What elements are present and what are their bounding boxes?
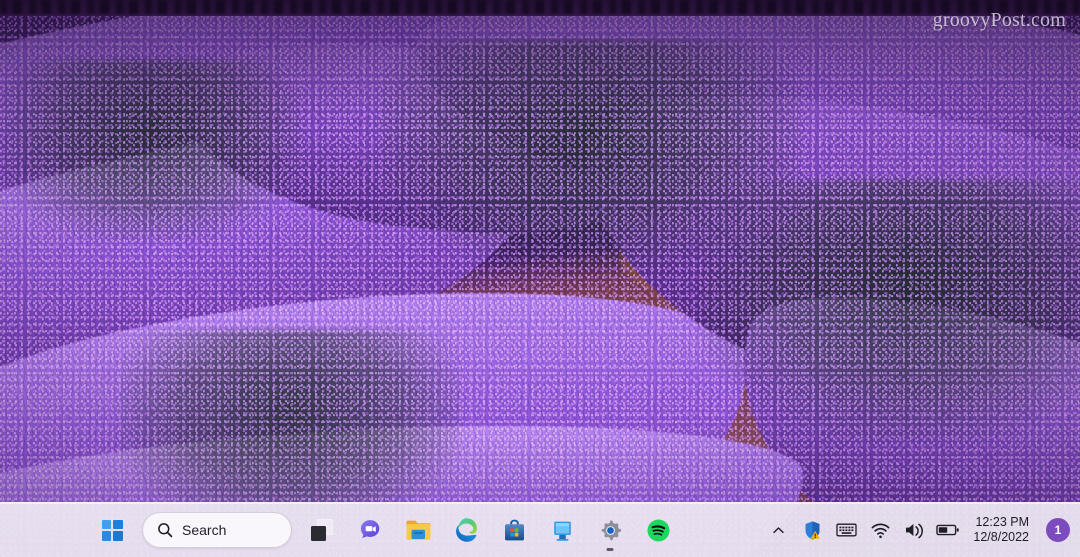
shield-warning-icon (805, 520, 820, 540)
taskbar-app-file-explorer[interactable] (394, 507, 442, 553)
wifi-icon (871, 523, 890, 538)
clock-date: 12/8/2022 (973, 530, 1029, 544)
windows-logo-icon (101, 519, 123, 541)
taskbar-app-chat[interactable] (346, 507, 394, 553)
tray-show-hidden-icons[interactable] (761, 508, 795, 552)
taskbar-app-remote-desktop[interactable] (538, 507, 586, 553)
taskbar-clock[interactable]: 12:23 PM 12/8/2022 (965, 508, 1039, 552)
tray-network[interactable] (863, 508, 897, 552)
notification-badge[interactable]: 1 (1046, 518, 1070, 542)
watermark: groovyPost.com (932, 9, 1066, 31)
taskbar-app-edge[interactable] (442, 507, 490, 553)
taskbar-app-task-view[interactable] (298, 507, 346, 553)
taskbar-center-cluster: Search (88, 503, 682, 557)
start-button[interactable] (88, 507, 136, 553)
remote-desktop-icon (553, 521, 571, 541)
edge-icon (456, 518, 478, 542)
tray-touch-keyboard[interactable] (829, 508, 863, 552)
taskbar-app-settings[interactable] (586, 507, 634, 553)
spotify-icon (647, 519, 669, 541)
running-indicator (606, 548, 614, 551)
settings-gear-icon (601, 519, 621, 540)
search-icon (158, 523, 173, 538)
chevron-up-icon (773, 526, 784, 533)
taskbar-app-spotify[interactable] (634, 507, 682, 553)
speaker-icon (905, 523, 923, 539)
search-input[interactable]: Search (142, 512, 292, 548)
taskbar: Search 12:23 PM 12/8/2022 1 (0, 502, 1080, 557)
wallpaper-vignette (0, 0, 1080, 557)
search-label: Search (182, 522, 227, 538)
desktop-wallpaper[interactable] (0, 0, 1080, 557)
teams-chat-icon (360, 520, 380, 539)
task-view-icon (311, 519, 333, 541)
taskbar-app-microsoft-store[interactable] (490, 507, 538, 553)
microsoft-store-icon (504, 519, 524, 540)
file-explorer-icon (406, 520, 430, 540)
tray-volume[interactable] (897, 508, 931, 552)
system-tray: 12:23 PM 12/8/2022 1 (761, 503, 1072, 557)
keyboard-icon (836, 523, 857, 537)
tray-battery[interactable] (931, 508, 965, 552)
tray-windows-security[interactable] (795, 508, 829, 552)
battery-icon (936, 524, 960, 536)
desktop-screen: groovyPost.com Search 12:23 PM 12/8/2022… (0, 0, 1080, 557)
clock-time: 12:23 PM (975, 515, 1029, 529)
